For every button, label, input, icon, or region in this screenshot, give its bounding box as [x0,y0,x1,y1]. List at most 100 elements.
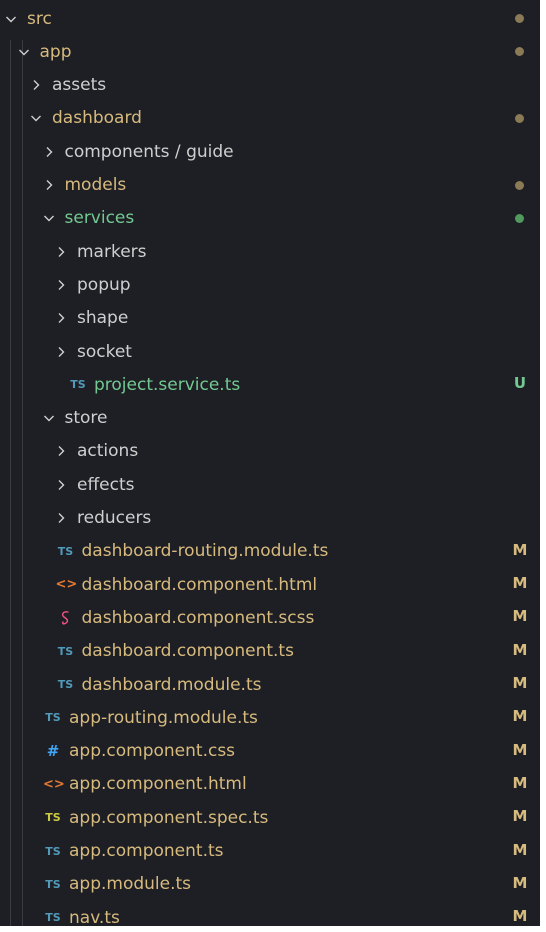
file-item[interactable]: TS nav.ts M [0,901,540,926]
tree-item-label: app.module.ts [69,874,192,895]
git-status-dot [515,113,524,123]
tree-item-label: dashboard.component.ts [81,641,294,662]
tree-item-label: dashboard [52,108,142,129]
chevron-right-icon[interactable] [42,142,56,162]
tree-item-label: models [64,175,127,195]
html-icon: <> [43,776,65,792]
chevron-right-icon[interactable] [42,175,56,195]
css-icon: # [46,742,60,761]
typescript-test-icon: TS [45,811,61,825]
typescript-icon: TS [57,644,74,658]
chevron-down-icon[interactable] [4,9,18,29]
tree-item-label: dashboard.module.ts [81,674,262,695]
tree-item-label: app.component.html [69,774,247,795]
tree-item-label: popup [77,274,131,295]
chevron-right-icon[interactable] [29,75,43,95]
typescript-icon: TS [45,877,61,891]
tree-item-label: socket [77,341,132,362]
tree-item-label: dashboard.component.scss [81,607,315,628]
folder-item[interactable]: src [0,2,540,35]
file-item[interactable]: TS project.service.ts U [0,368,540,401]
git-status-badge: M [512,640,528,659]
git-status-badge: M [512,907,528,926]
git-status-badge: M [512,840,528,859]
folder-item[interactable]: dashboard [0,102,540,135]
tree-item-label: app.component.css [69,741,236,762]
git-status-badge: M [512,873,528,892]
file-item[interactable]: dashboard.component.scss M [0,601,540,634]
chevron-right-icon[interactable] [54,342,68,362]
folder-item[interactable]: app [0,35,540,68]
git-status-badge: M [512,674,528,692]
file-item[interactable]: # app.component.css M [0,735,540,768]
git-status-dot [515,213,524,223]
html-icon: <> [55,577,78,593]
folder-item[interactable]: reducers [0,502,540,535]
folder-item[interactable]: assets [0,69,540,102]
tree-item-label: dashboard.component.html [81,574,318,595]
git-status-badge: M [512,707,528,726]
tree-item-label: app.component.spec.ts [69,807,269,828]
tree-item-label: app-routing.module.ts [69,707,258,728]
git-status-badge: U [513,374,527,393]
folder-item[interactable]: services [0,202,540,235]
tree-item-label: shape [77,308,129,329]
typescript-icon: TS [45,911,61,925]
chevron-right-icon[interactable] [54,308,68,328]
chevron-right-icon[interactable] [54,475,68,495]
git-status-dot [515,47,524,57]
file-item[interactable]: TS app.component.ts M [0,835,540,868]
file-explorer-tree: src app assets dashboard components / guide m… [0,0,540,926]
typescript-icon: TS [70,378,86,392]
tree-item-label: store [64,408,108,429]
folder-item[interactable]: shape [0,302,540,335]
file-item[interactable]: <> dashboard.component.html M [0,568,540,601]
chevron-down-icon[interactable] [17,42,31,62]
git-status-badge: M [512,773,528,792]
file-item[interactable]: TS dashboard-routing.module.ts M [0,535,540,568]
tree-item-label: nav.ts [69,907,120,926]
git-status-badge: M [512,740,528,759]
folder-item[interactable]: effects [0,468,540,501]
typescript-icon: TS [45,711,61,725]
chevron-right-icon[interactable] [54,275,68,295]
chevron-down-icon[interactable] [42,408,56,428]
typescript-icon: TS [57,544,74,558]
tree-item-label: services [64,208,135,229]
chevron-right-icon[interactable] [54,508,68,528]
file-item[interactable]: TS app.component.spec.ts M [0,801,540,834]
file-item[interactable]: TS dashboard.component.ts M [0,635,540,668]
git-status-badge: M [512,807,528,826]
tree-item-label: effects [77,474,135,495]
tree-item-label: app [39,41,72,62]
tree-item-label: markers [77,241,147,262]
folder-item[interactable]: actions [0,435,540,468]
folder-item[interactable]: store [0,402,540,435]
folder-item[interactable]: popup [0,268,540,301]
tree-item-label: dashboard-routing.module.ts [81,541,329,562]
typescript-icon: TS [45,844,61,858]
folder-item[interactable]: components / guide [0,135,540,168]
git-status-badge: M [512,607,528,626]
file-item[interactable]: TS dashboard.module.ts M [0,668,540,701]
tree-item-label: reducers [77,508,152,528]
sass-icon [56,610,76,626]
chevron-right-icon[interactable] [54,441,68,461]
tree-item-label: components / guide [64,141,234,162]
git-status-badge: M [512,574,528,593]
git-status-badge: M [512,540,528,559]
folder-item[interactable]: models [0,169,540,202]
chevron-down-icon[interactable] [29,108,43,128]
folder-item[interactable]: socket [0,335,540,368]
folder-item[interactable]: markers [0,235,540,268]
tree-item-label: assets [52,75,107,96]
file-item[interactable]: TS app-routing.module.ts M [0,701,540,734]
typescript-icon: TS [57,678,74,691]
chevron-down-icon[interactable] [42,208,56,228]
chevron-right-icon[interactable] [54,242,68,262]
git-status-dot [515,180,524,190]
tree-item-label: app.component.ts [69,841,224,861]
file-item[interactable]: <> app.component.html M [0,768,540,801]
tree-item-label: actions [77,441,139,462]
file-item[interactable]: TS app.module.ts M [0,868,540,901]
